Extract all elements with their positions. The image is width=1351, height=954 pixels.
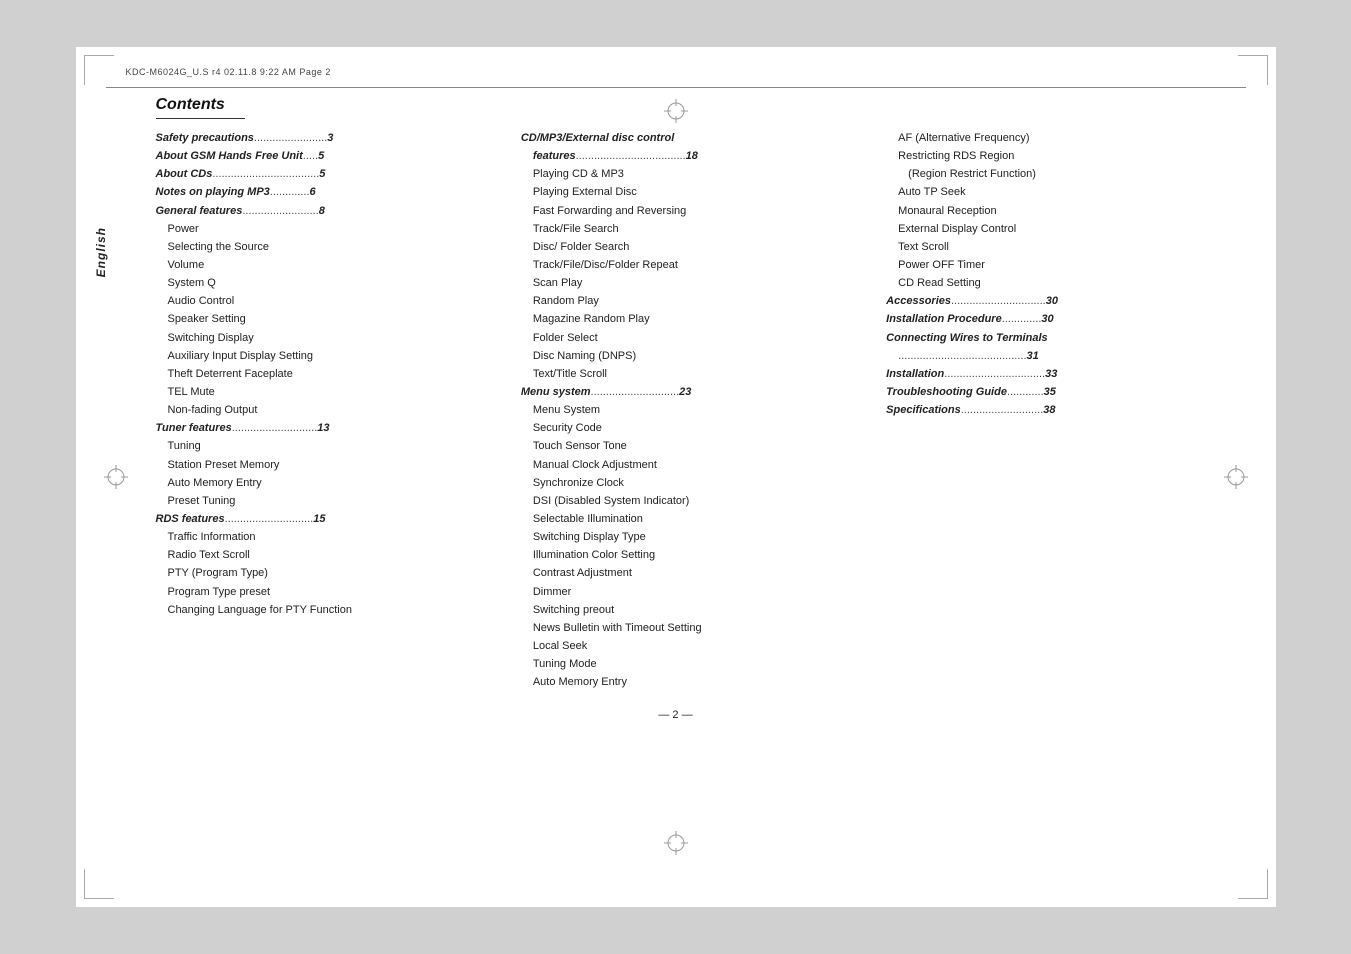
list-item: Random Play	[521, 292, 870, 310]
list-item: Local Seek	[521, 637, 870, 655]
list-item: Auto TP Seek	[886, 183, 1235, 201]
list-item: Tuner features..........................…	[156, 419, 505, 437]
list-item: Tuning Mode	[521, 655, 870, 673]
list-item: About CDs...............................…	[156, 165, 505, 183]
list-item: Track/File Search	[521, 220, 870, 238]
list-item: Text/Title Scroll	[521, 365, 870, 383]
list-item: Radio Text Scroll	[156, 546, 505, 564]
crosshair-right	[1224, 465, 1248, 489]
list-item: Audio Control	[156, 292, 505, 310]
list-item: Auto Memory Entry	[156, 474, 505, 492]
list-item: RDS features............................…	[156, 510, 505, 528]
main-content: Contents Safety precautions.............…	[156, 96, 1236, 691]
list-item: Auto Memory Entry	[521, 673, 870, 691]
list-item: (Region Restrict Function)	[886, 165, 1235, 183]
list-item: Monaural Reception	[886, 202, 1235, 220]
list-item: Selectable Illumination	[521, 510, 870, 528]
col3: AF (Alternative Frequency)Restricting RD…	[886, 129, 1235, 419]
list-item: TEL Mute	[156, 383, 505, 401]
list-item: Power	[156, 220, 505, 238]
list-item: General features .......................…	[156, 202, 505, 220]
list-item: Installation ...........................…	[886, 365, 1235, 383]
side-label: English	[94, 227, 108, 277]
col2: CD/MP3/External disc control features ..…	[521, 129, 886, 691]
crosshair-left	[104, 465, 128, 489]
list-item: Power OFF Timer	[886, 256, 1235, 274]
list-item: Track/File/Disc/Folder Repeat	[521, 256, 870, 274]
list-item: Dimmer	[521, 583, 870, 601]
list-item: features ...............................…	[521, 147, 870, 165]
columns: Safety precautions......................…	[156, 129, 1236, 691]
list-item: Switching Display Type	[521, 528, 870, 546]
contents-title: Contents	[156, 96, 245, 119]
list-item: Menu system.............................…	[521, 383, 870, 401]
file-info: KDC-M6024G_U.S r4 02.11.8 9:22 AM Page 2	[106, 67, 1246, 77]
crosshair-top	[664, 99, 688, 123]
list-item: Program Type preset	[156, 583, 505, 601]
list-item: Switching preout	[521, 601, 870, 619]
list-item: Accessories.............................…	[886, 292, 1235, 310]
list-item: Notes on playing MP3 .............6	[156, 183, 505, 201]
list-item: Disc Naming (DNPS)	[521, 347, 870, 365]
list-item: Menu System	[521, 401, 870, 419]
list-item: Troubleshooting Guide ............35	[886, 383, 1235, 401]
list-item: Selecting the Source	[156, 238, 505, 256]
list-item: Theft Deterrent Faceplate	[156, 365, 505, 383]
corner-bl	[84, 869, 114, 899]
list-item: Connecting Wires to Terminals	[886, 329, 1235, 347]
corner-tl	[84, 55, 114, 85]
list-item: Disc/ Folder Search	[521, 238, 870, 256]
list-item: Manual Clock Adjustment	[521, 456, 870, 474]
list-item: Station Preset Memory	[156, 456, 505, 474]
corner-br	[1238, 869, 1268, 899]
page-outer: KDC-M6024G_U.S r4 02.11.8 9:22 AM Page 2…	[76, 47, 1276, 907]
list-item: Touch Sensor Tone	[521, 437, 870, 455]
list-item: Switching Display	[156, 329, 505, 347]
list-item: PTY (Program Type)	[156, 564, 505, 582]
list-item: Text Scroll	[886, 238, 1235, 256]
list-item: AF (Alternative Frequency)	[886, 129, 1235, 147]
list-item: Scan Play	[521, 274, 870, 292]
list-item: Contrast Adjustment	[521, 564, 870, 582]
page-number: — 2 —	[106, 709, 1246, 721]
list-item: CD/MP3/External disc control	[521, 129, 870, 147]
list-item: DSI (Disabled System Indicator)	[521, 492, 870, 510]
crosshair-bottom	[664, 831, 688, 855]
list-item: Playing CD & MP3	[521, 165, 870, 183]
list-item: Volume	[156, 256, 505, 274]
list-item: Auxiliary Input Display Setting	[156, 347, 505, 365]
list-item: News Bulletin with Timeout Setting	[521, 619, 870, 637]
list-item: Tuning	[156, 437, 505, 455]
list-item: Traffic Information	[156, 528, 505, 546]
list-item: Illumination Color Setting	[521, 546, 870, 564]
list-item: Playing External Disc	[521, 183, 870, 201]
list-item: About GSM Hands Free Unit .....5	[156, 147, 505, 165]
col1: Safety precautions......................…	[156, 129, 521, 619]
list-item: Speaker Setting	[156, 310, 505, 328]
list-item: Security Code	[521, 419, 870, 437]
list-item: Synchronize Clock	[521, 474, 870, 492]
list-item: Installation Procedure .............30	[886, 310, 1235, 328]
list-item: Folder Select	[521, 329, 870, 347]
list-item: External Display Control	[886, 220, 1235, 238]
list-item: ........................................…	[886, 347, 1235, 365]
list-item: Specifications .........................…	[886, 401, 1235, 419]
list-item: Safety precautions......................…	[156, 129, 505, 147]
list-item: Preset Tuning	[156, 492, 505, 510]
list-item: Restricting RDS Region	[886, 147, 1235, 165]
top-divider	[106, 87, 1246, 88]
list-item: Magazine Random Play	[521, 310, 870, 328]
list-item: Non-fading Output	[156, 401, 505, 419]
corner-tr	[1238, 55, 1268, 85]
list-item: Fast Forwarding and Reversing	[521, 202, 870, 220]
list-item: CD Read Setting	[886, 274, 1235, 292]
list-item: Changing Language for PTY Function	[156, 601, 505, 619]
list-item: System Q	[156, 274, 505, 292]
